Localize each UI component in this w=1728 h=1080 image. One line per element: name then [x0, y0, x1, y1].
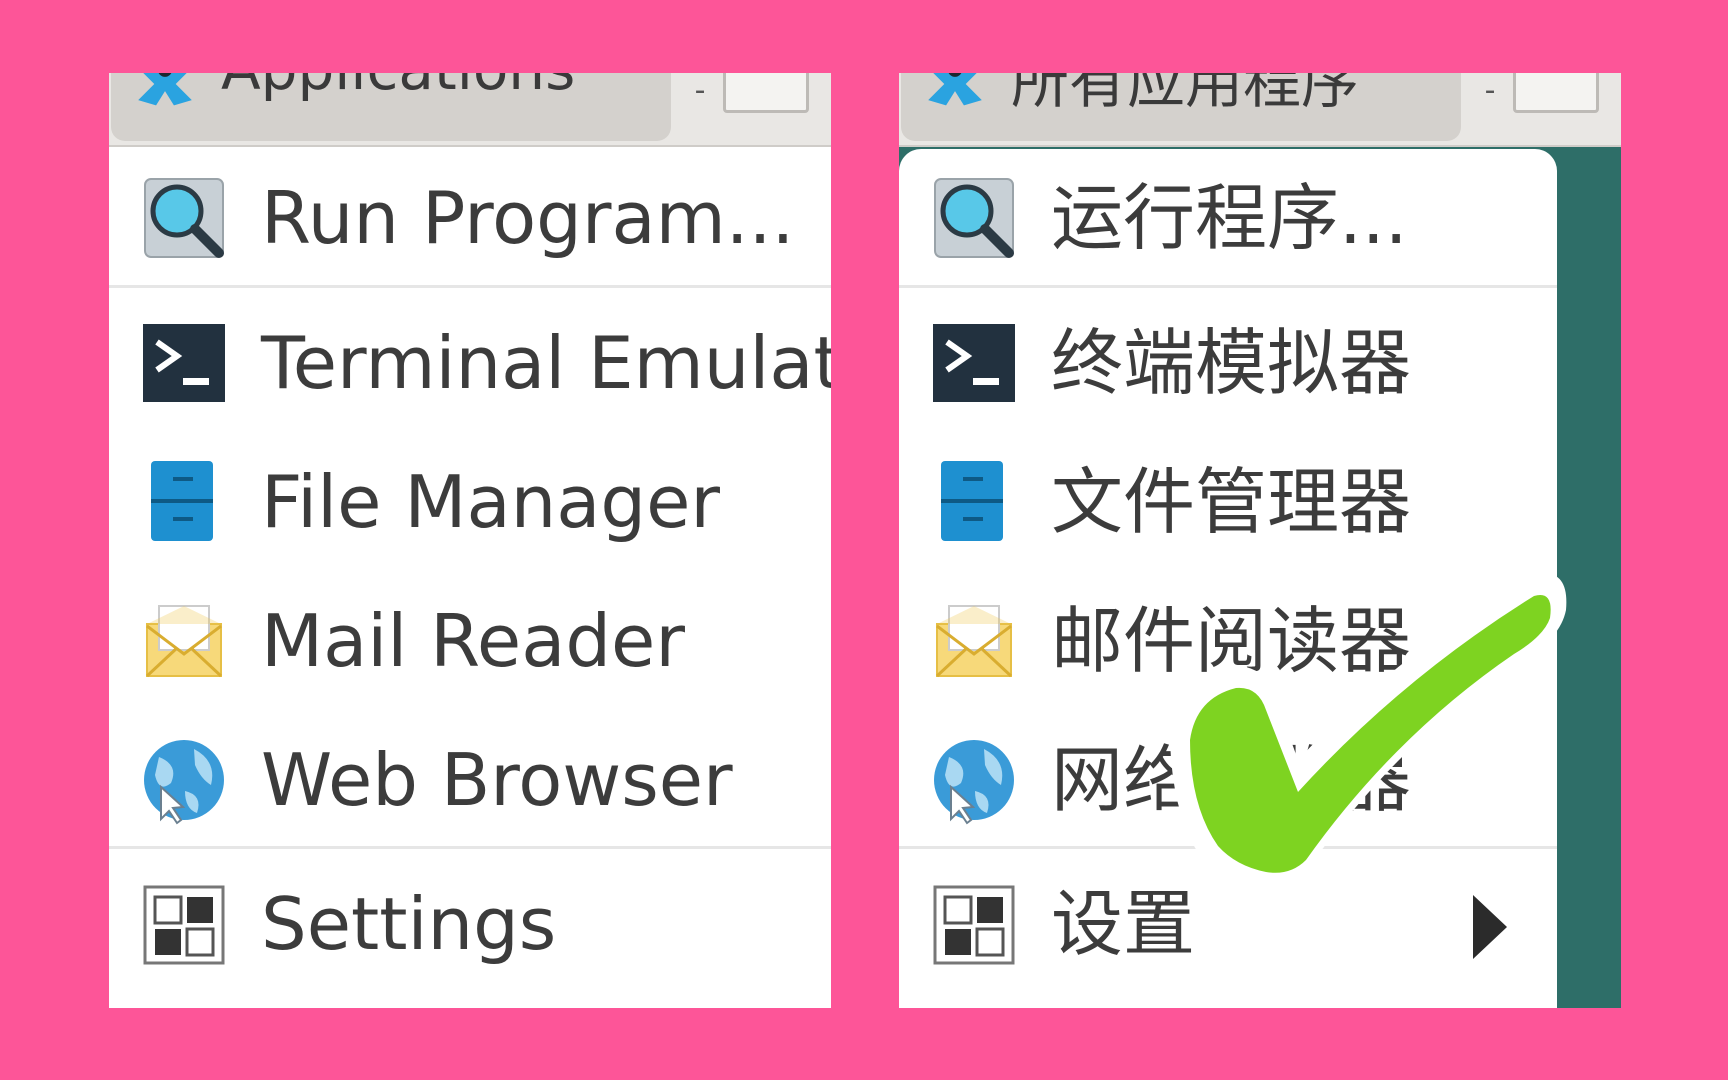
settings-icon	[933, 885, 1015, 965]
xfce-logo-icon	[928, 73, 982, 106]
menu-item-label: 文件管理器	[1051, 460, 1412, 544]
menu-item-terminal[interactable]: Terminal Emulator	[109, 294, 831, 414]
menu-item-terminal[interactable]: 终端模拟器	[899, 294, 1557, 414]
menu-separator	[109, 285, 831, 288]
mail-icon	[145, 604, 223, 678]
menu-item-run-program[interactable]: 运行程序...	[899, 149, 1557, 269]
terminal-icon	[929, 318, 1019, 408]
menu-item-label: Web Browser	[261, 738, 733, 822]
menu-item-settings[interactable]: Settings	[109, 855, 831, 975]
file-manager-icon	[939, 459, 1005, 543]
settings-icon	[143, 885, 225, 965]
submenu-arrow-icon	[1473, 895, 1507, 959]
window-minimize-indicator: -	[694, 73, 706, 108]
applications-menu-label: 所有应用程序	[1011, 73, 1360, 116]
menu-item-mail-reader[interactable]: Mail Reader	[109, 572, 831, 692]
applications-menu-button[interactable]: Applications	[111, 73, 671, 141]
menu-item-label: 运行程序...	[1051, 176, 1408, 260]
top-panel: Applications -	[109, 73, 831, 147]
globe-icon	[933, 739, 1015, 824]
menu-separator	[899, 285, 1557, 288]
window-button[interactable]	[723, 73, 809, 113]
menu-panel-english: Applications - Run Program... Terminal E…	[109, 73, 831, 1008]
search-icon	[929, 173, 1019, 263]
terminal-icon	[139, 318, 229, 408]
menu-separator	[109, 846, 831, 849]
window-minimize-indicator: -	[1484, 73, 1496, 108]
menu-item-run-program[interactable]: Run Program...	[109, 149, 831, 269]
top-panel: 所有应用程序 -	[899, 73, 1621, 147]
xfce-logo-icon	[138, 73, 192, 106]
menu-item-label: Settings	[261, 882, 557, 966]
window-button[interactable]	[1513, 73, 1599, 113]
menu-item-label: Terminal Emulator	[261, 321, 831, 405]
menu-item-label: Run Program...	[261, 176, 795, 260]
applications-menu-button[interactable]: 所有应用程序	[901, 73, 1461, 141]
applications-menu-label: Applications	[221, 73, 575, 103]
checkmark-icon	[1170, 573, 1567, 887]
search-icon	[139, 173, 229, 263]
menu-item-file-manager[interactable]: 文件管理器	[899, 433, 1557, 553]
menu-item-web-browser[interactable]: Web Browser	[109, 711, 831, 831]
menu-item-label: Mail Reader	[261, 599, 685, 683]
menu-item-file-manager[interactable]: File Manager	[109, 433, 831, 553]
menu-item-label: 终端模拟器	[1051, 321, 1412, 405]
applications-menu: Run Program... Terminal Emulator File Ma…	[109, 149, 831, 1008]
globe-icon	[143, 739, 225, 824]
menu-item-label: File Manager	[261, 460, 720, 544]
file-manager-icon	[149, 459, 215, 543]
mail-icon	[935, 604, 1013, 678]
